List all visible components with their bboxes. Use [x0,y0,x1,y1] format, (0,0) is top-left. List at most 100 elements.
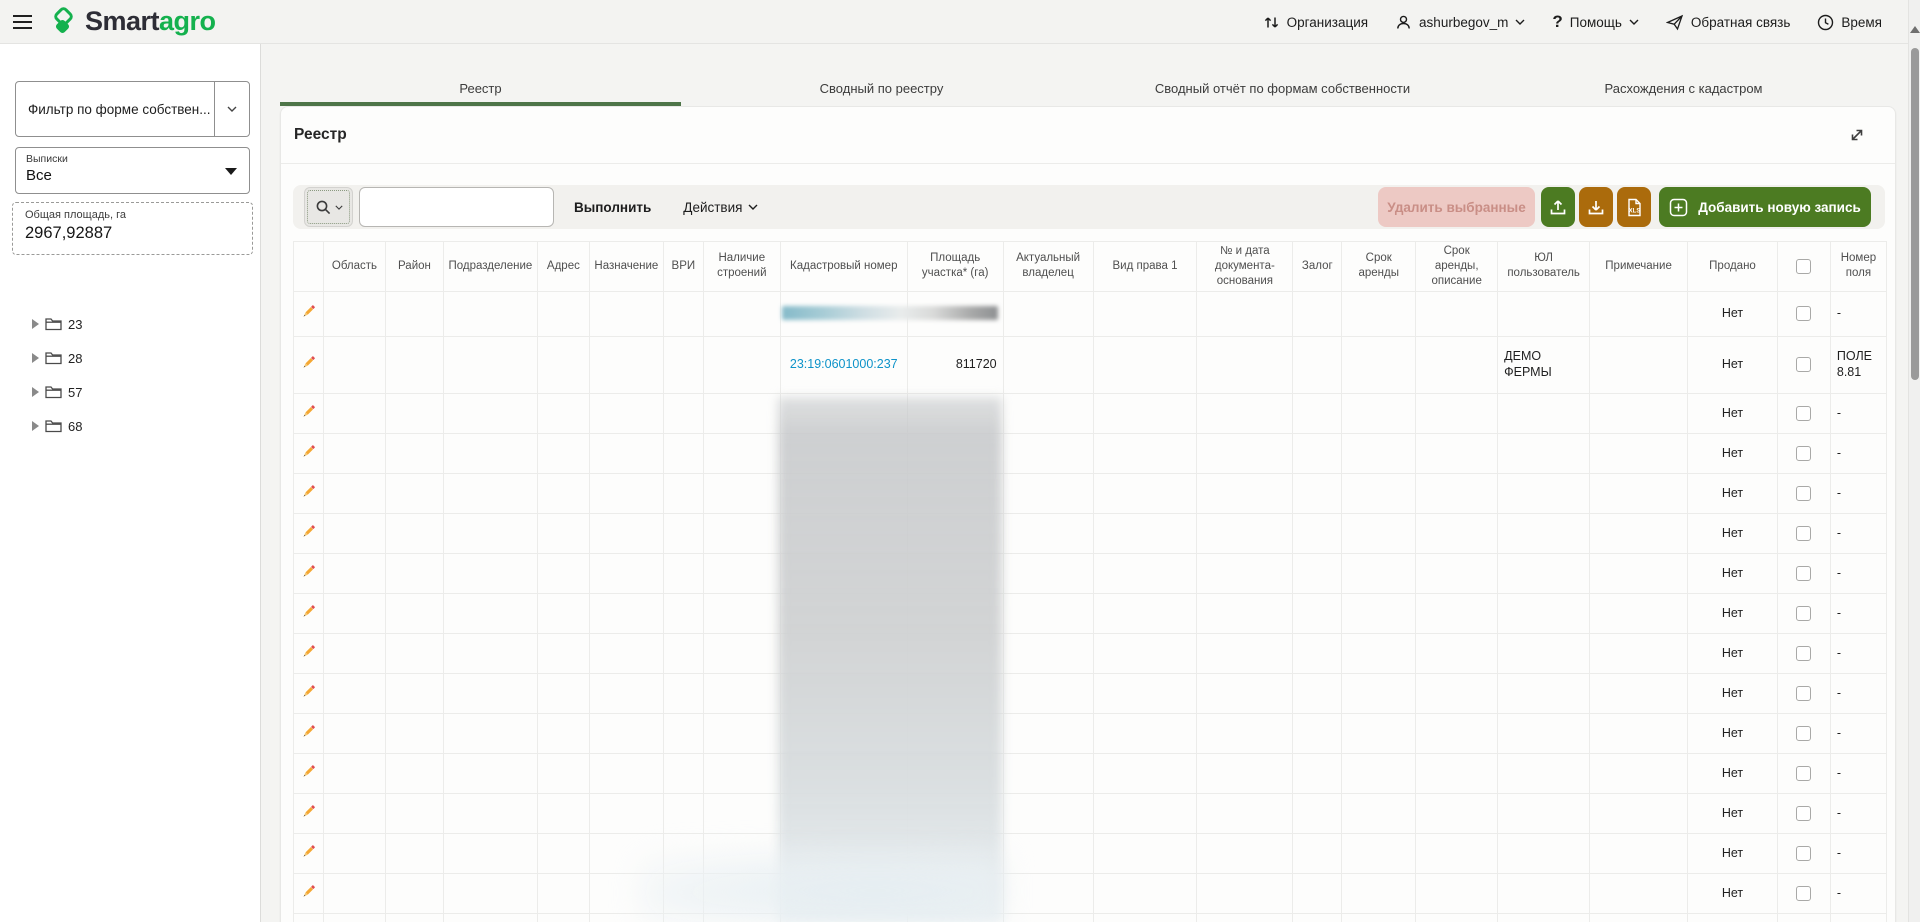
right_type-cell [1093,593,1197,633]
app-header: Smartagro Организация ashurbegov_m ? Пом… [0,0,1920,44]
edit-row-button[interactable] [300,603,317,620]
tree-expand-icon[interactable] [32,421,39,431]
run-button[interactable]: Выполнить [574,200,651,215]
cadastral-number-cell: 23:19:0601000:237 [780,336,907,393]
feedback-button[interactable]: Обратная связь [1666,14,1790,31]
add-record-button[interactable]: Добавить новую запись [1659,187,1871,227]
lease_term-cell [1342,673,1416,713]
edit-row-button[interactable] [300,483,317,500]
row-checkbox[interactable] [1796,766,1811,781]
search-button[interactable] [304,187,353,227]
buildings-cell [703,713,780,753]
region-cell [324,291,386,336]
row-checkbox[interactable] [1796,306,1811,321]
doc_basis-cell [1197,833,1293,873]
panel-header: Реестр [281,107,1895,164]
select-cell [1777,673,1830,713]
lease_term-cell [1342,433,1416,473]
help-menu[interactable]: ? Помощь [1552,12,1639,32]
region-cell [324,913,386,922]
tab-cadastre-discrepancies[interactable]: Расхождения с кадастром [1483,74,1884,106]
pledge-cell [1293,393,1342,433]
ownership-filter-picker-button[interactable] [214,82,249,136]
row-checkbox[interactable] [1796,357,1811,372]
cadastral-number-link[interactable]: 23:19:0601000:237 [790,357,898,371]
download-button[interactable] [1579,187,1613,227]
doc_basis-cell [1197,873,1293,913]
registry-table-wrap: ОбластьРайонПодразделениеАдресНазначение… [293,241,1887,922]
edit-cell [294,433,324,473]
vertical-scrollbar[interactable] [1908,0,1920,922]
edit-row-button[interactable] [300,563,317,580]
select-cell [1777,913,1830,922]
edit-pencil-icon [300,683,317,700]
edit-row-button[interactable] [300,683,317,700]
edit-row-button[interactable] [300,354,317,371]
doc_basis-cell [1197,913,1293,922]
report-tabs: Реестр Сводный по реестру Сводный отчёт … [280,74,1884,106]
row-checkbox[interactable] [1796,486,1811,501]
upload-button[interactable] [1541,187,1575,227]
registry-table: ОбластьРайонПодразделениеАдресНазначение… [293,241,1887,922]
lease_term-cell [1342,393,1416,433]
time-button[interactable]: Время [1817,14,1882,31]
tab-ownership-summary[interactable]: Сводный отчёт по формам собственности [1082,74,1483,106]
tree-expand-icon[interactable] [32,387,39,397]
delete-selected-button[interactable]: Удалить выбранные [1378,187,1535,227]
row-checkbox[interactable] [1796,846,1811,861]
edit-pencil-icon [300,403,317,420]
tree-expand-icon[interactable] [32,319,39,329]
tree-node-57[interactable]: 57 [32,380,260,404]
edit-row-button[interactable] [300,803,317,820]
row-checkbox[interactable] [1796,806,1811,821]
edit-pencil-icon [300,523,317,540]
edit-row-button[interactable] [300,763,317,780]
row-checkbox[interactable] [1796,686,1811,701]
select-arrow-icon [225,168,237,175]
menu-icon[interactable] [8,7,42,37]
table-row: Нет- [294,913,1887,922]
right_type-cell [1093,553,1197,593]
lease_term-cell [1342,473,1416,513]
row-checkbox[interactable] [1796,526,1811,541]
actions-menu-button[interactable]: Действия [683,200,758,215]
organization-menu[interactable]: Организация [1263,14,1368,31]
region-cell [324,753,386,793]
row-checkbox[interactable] [1796,446,1811,461]
row-checkbox[interactable] [1796,726,1811,741]
row-checkbox[interactable] [1796,606,1811,621]
select-all-checkbox[interactable] [1796,259,1811,274]
field_no-cell: - [1830,633,1886,673]
scroll-up-arrow-icon[interactable] [1910,26,1920,33]
tree-node-28[interactable]: 28 [32,346,260,370]
edit-row-button[interactable] [300,643,317,660]
edit-row-button[interactable] [300,303,317,320]
search-input[interactable] [359,187,554,227]
sold-cell: Нет [1688,753,1778,793]
row-checkbox[interactable] [1796,886,1811,901]
buildings-cell [703,336,780,393]
row-checkbox[interactable] [1796,406,1811,421]
expand-icon[interactable] [1847,123,1871,147]
scrollbar-thumb[interactable] [1911,48,1919,380]
tree-node-23[interactable]: 23 [32,312,260,336]
edit-row-button[interactable] [300,523,317,540]
tree-node-68[interactable]: 68 [32,414,260,438]
right_type-cell [1093,393,1197,433]
row-checkbox[interactable] [1796,566,1811,581]
download-xls-button[interactable]: XLS [1617,187,1651,227]
user-menu[interactable]: ashurbegov_m [1395,14,1525,31]
tab-registry-summary[interactable]: Сводный по реестру [681,74,1082,106]
edit-row-button[interactable] [300,443,317,460]
ownership-filter[interactable]: Фильтр по форме собствен... [15,81,250,137]
tab-registry[interactable]: Реестр [280,74,681,106]
edit-row-button[interactable] [300,843,317,860]
edit-cell [294,291,324,336]
edit-row-button[interactable] [300,723,317,740]
extracts-select[interactable]: Выписки Все [15,147,250,194]
edit-row-button[interactable] [300,883,317,900]
tree-expand-icon[interactable] [32,353,39,363]
edit-row-button[interactable] [300,403,317,420]
select-cell [1777,793,1830,833]
row-checkbox[interactable] [1796,646,1811,661]
